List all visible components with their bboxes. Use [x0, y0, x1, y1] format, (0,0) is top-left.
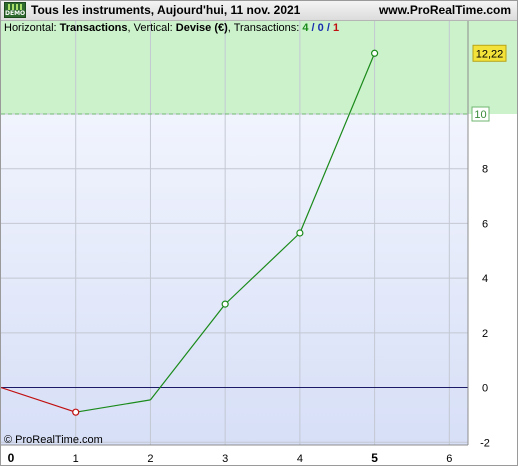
- x-tick-label: 5: [371, 451, 378, 465]
- trade-point: [296, 229, 304, 237]
- last-value-label: 12,22: [476, 48, 504, 60]
- losing-trades-count: 1: [332, 22, 340, 34]
- horizontal-label: Horizontal:: [4, 22, 60, 34]
- y-tick-label: 2: [482, 328, 488, 340]
- trade-point: [371, 49, 379, 57]
- y-tick-label: 8: [482, 164, 488, 176]
- trade-point: [221, 300, 229, 308]
- chart-window: DEMO Tous les instruments, Aujourd'hui, …: [0, 0, 518, 466]
- trade-count-separator: /: [308, 22, 318, 34]
- x-tick-label: 6: [446, 453, 452, 465]
- x-tick-label: 4: [297, 453, 303, 465]
- x-tick-label: 3: [222, 453, 228, 465]
- target-value-label: 10: [474, 109, 486, 121]
- vertical-label: , Vertical:: [127, 22, 176, 34]
- y-tick-label: -2: [480, 437, 490, 449]
- vertical-value: Devise (€): [175, 22, 228, 34]
- transactions-label: , Transactions:: [227, 22, 303, 34]
- target-zone: [1, 21, 468, 115]
- x-tick-label: 2: [147, 453, 153, 465]
- y-tick-label: 0: [482, 383, 488, 395]
- x-tick-label: 0: [8, 451, 15, 465]
- copyright-note: © ProRealTime.com: [4, 434, 103, 446]
- horizontal-value: Transactions: [59, 22, 128, 34]
- y-tick-label: 6: [482, 218, 488, 230]
- x-tick-label: 1: [73, 453, 79, 465]
- trade-count-separator: /: [323, 22, 333, 34]
- equity-curve-chart: 0 1 2 3 4 5 6 -2 0 2 4 6 8 10 12,22: [1, 21, 517, 465]
- trade-point: [72, 408, 80, 416]
- axis-target-zone: [468, 21, 517, 115]
- y-tick-label: 4: [482, 273, 488, 285]
- chart-info-line: Horizontal: Transactions, Vertical: Devi…: [4, 22, 339, 34]
